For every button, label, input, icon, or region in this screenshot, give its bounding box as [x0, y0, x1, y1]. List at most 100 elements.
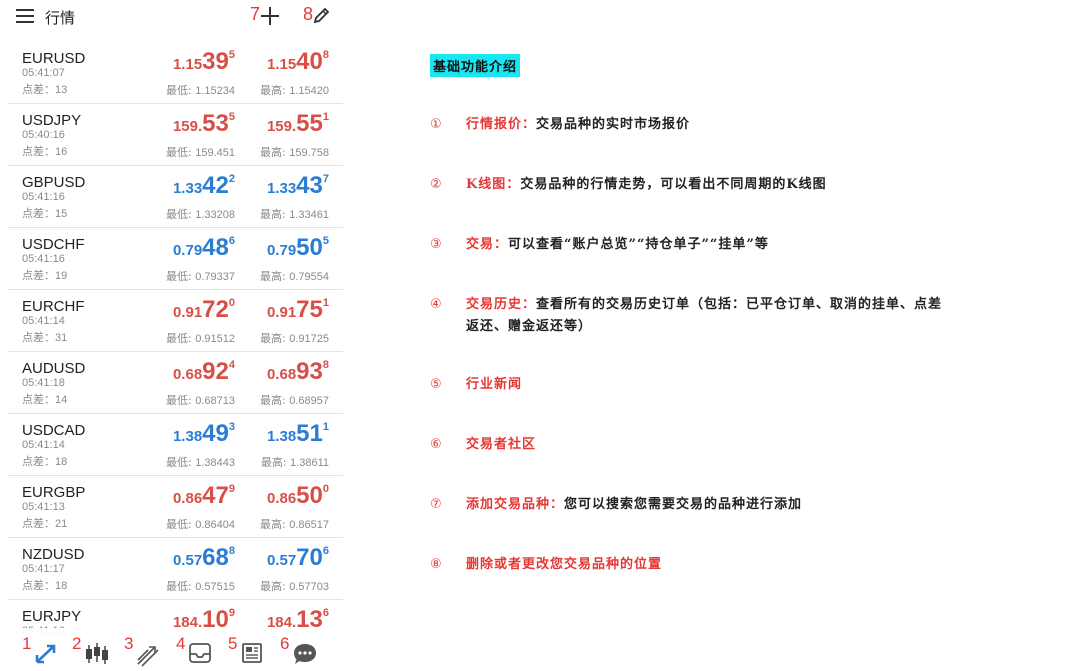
quotes-icon: [35, 644, 56, 664]
high-price: 最高: 0.86517: [260, 518, 329, 531]
spread-value: 点差：31: [22, 331, 68, 344]
feature-name: 行业新闻: [466, 377, 523, 392]
candlestick-chart-icon: [86, 643, 108, 664]
quote-row[interactable]: EURCHF 05:41:14 点差：31 0.91720 0.91751 最低: 0.9…: [8, 290, 343, 352]
circled-number: ⑧: [430, 557, 443, 572]
symbol-name: EURUSD: [22, 50, 86, 67]
ask-price[interactable]: 159.551: [267, 110, 329, 138]
symbol-name: EURCHF: [22, 298, 85, 315]
ask-price[interactable]: 0.57706: [267, 544, 329, 572]
quote-row[interactable]: EURGBP 05:41:13 点差：21 0.86479 0.86500 最低: 0.8…: [8, 476, 343, 538]
spread-value: 点差：21: [22, 517, 68, 530]
feature-notes: 基础功能介绍 ① 行情报价：交易品种的实时市场报价 ② K线图：交易品种的行情走势，可…: [420, 0, 1070, 671]
high-price: 最高: 0.68957: [260, 394, 329, 407]
bid-price[interactable]: 0.68924: [173, 358, 235, 386]
ask-price[interactable]: 1.33437: [267, 172, 329, 200]
tab-trade[interactable]: 3: [124, 628, 164, 671]
feature-note-item: ⑧ 删除或者更改您交易品种的位置: [430, 554, 1060, 576]
quote-time: 05:41:14: [22, 439, 65, 451]
bottom-tab-bar: 1 2 3 4 5 6: [0, 628, 345, 671]
quote-list: EURUSD 05:41:07 点差：13 1.15395 1.15408 最低: 1.1…: [8, 42, 343, 662]
tab-news[interactable]: 5: [228, 628, 268, 671]
tab-chart[interactable]: 2: [72, 628, 112, 671]
spread-value: 点差：13: [22, 83, 68, 96]
quote-row[interactable]: AUDUSD 05:41:18 点差：14 0.68924 0.68938 最低: 0.6…: [8, 352, 343, 414]
news-icon: [242, 643, 262, 663]
quote-row[interactable]: EURUSD 05:41:07 点差：13 1.15395 1.15408 最低: 1.1…: [8, 42, 343, 104]
feature-description: 交易品种的实时市场报价: [536, 117, 691, 132]
ask-price[interactable]: 0.79505: [267, 234, 329, 262]
notes-heading: 基础功能介绍: [430, 54, 521, 77]
feature-description: 查看所有的交易历史订单（包括：已平仓订单、取消的挂单、点差: [536, 297, 943, 312]
bid-price[interactable]: 0.57688: [173, 544, 235, 572]
quote-row[interactable]: USDCHF 05:41:16 点差：19 0.79486 0.79505 最低: 0.7…: [8, 228, 343, 290]
high-price: 最高: 0.91725: [260, 332, 329, 345]
quote-time: 05:41:14: [22, 315, 65, 327]
spread-value: 点差：18: [22, 579, 68, 592]
bid-price[interactable]: 0.86479: [173, 482, 235, 510]
low-price: 最低: 1.15234: [166, 84, 235, 97]
bid-price[interactable]: 1.15395: [173, 48, 235, 76]
feature-note-item: ⑤ 行业新闻: [430, 374, 1060, 396]
circled-number: ⑥: [430, 437, 443, 452]
circled-number: ①: [430, 117, 443, 132]
circled-number: ⑤: [430, 377, 443, 392]
feature-name: 删除或者更改您交易品种的位置: [466, 557, 663, 572]
symbol-name: NZDUSD: [22, 546, 85, 563]
add-symbol-plus-icon[interactable]: [260, 6, 280, 26]
feature-description: 交易品种的行情走势，可以看出不同周期的K线图: [520, 177, 827, 192]
symbol-name: EURGBP: [22, 484, 86, 501]
hamburger-menu-icon[interactable]: [16, 9, 34, 23]
tab-number: 5: [228, 634, 238, 653]
history-inbox-icon: [189, 643, 211, 663]
ask-price[interactable]: 0.91751: [267, 296, 329, 324]
ask-price[interactable]: 0.68938: [267, 358, 329, 386]
ask-price[interactable]: 1.15408: [267, 48, 329, 76]
feature-note-item: ② K线图：交易品种的行情走势，可以看出不同周期的K线图: [430, 174, 1060, 196]
ask-price[interactable]: 0.86500: [267, 482, 329, 510]
spread-value: 点差：16: [22, 145, 68, 158]
edit-pencil-icon[interactable]: [312, 6, 330, 26]
feature-note-item: ⑥ 交易者社区: [430, 434, 1060, 456]
tab-number: 6: [280, 634, 290, 653]
bid-price[interactable]: 0.79486: [173, 234, 235, 262]
tab-quotes[interactable]: 1: [22, 628, 62, 671]
quote-row[interactable]: NZDUSD 05:41:17 点差：18 0.57688 0.57706 最低: 0.5…: [8, 538, 343, 600]
bid-price[interactable]: 1.33422: [173, 172, 235, 200]
feature-name: 行情报价：: [466, 117, 537, 132]
spread-value: 点差：18: [22, 455, 68, 468]
quote-time: 05:41:16: [22, 253, 65, 265]
feature-name: 交易：: [466, 237, 509, 252]
quote-time: 05:41:13: [22, 501, 65, 513]
feature-note-item: ⑦ 添加交易品种：您可以搜索您需要交易的品种进行添加: [430, 494, 1060, 516]
spread-value: 点差：14: [22, 393, 68, 406]
feature-description: 您可以搜索您需要交易的品种进行添加: [564, 497, 803, 512]
quote-row[interactable]: USDCAD 05:41:14 点差：18 1.38493 1.38511 最低: 1.3…: [8, 414, 343, 476]
symbol-name: USDCHF: [22, 236, 85, 253]
low-price: 最低: 0.57515: [166, 580, 235, 593]
feature-description: 可以查看“账户总览”“持仓单子”“挂单”等: [508, 237, 769, 252]
quote-time: 05:40:16: [22, 129, 65, 141]
low-price: 最低: 1.38443: [166, 456, 235, 469]
feature-name: 交易历史：: [466, 297, 537, 312]
quote-row[interactable]: GBPUSD 05:41:16 点差：15 1.33422 1.33437 最低: 1.3…: [8, 166, 343, 228]
symbol-name: USDCAD: [22, 422, 86, 439]
ask-price[interactable]: 1.38511: [267, 420, 329, 448]
tab-community[interactable]: 6: [280, 628, 320, 671]
tab-number: 4: [176, 634, 186, 653]
low-price: 最低: 0.86404: [166, 518, 235, 531]
spread-value: 点差：19: [22, 269, 68, 282]
quote-row[interactable]: USDJPY 05:40:16 点差：16 159.535 159.551 最低: 159…: [8, 104, 343, 166]
high-price: 最高: 1.15420: [260, 84, 329, 97]
quote-time: 05:41:17: [22, 563, 65, 575]
high-price: 最高: 0.79554: [260, 270, 329, 283]
mt-quotes-screen: 行情 7 8 EURUSD 05:41:07 点差：13 1.15395 1.15408…: [0, 0, 345, 671]
bid-price[interactable]: 1.38493: [173, 420, 235, 448]
bid-price[interactable]: 159.535: [173, 110, 235, 138]
tab-history[interactable]: 4: [176, 628, 216, 671]
quote-time: 05:41:16: [22, 191, 65, 203]
page-title: 行情: [45, 9, 76, 27]
feature-name: 添加交易品种：: [466, 497, 565, 512]
bid-price[interactable]: 0.91720: [173, 296, 235, 324]
quote-time: 05:41:07: [22, 67, 65, 79]
